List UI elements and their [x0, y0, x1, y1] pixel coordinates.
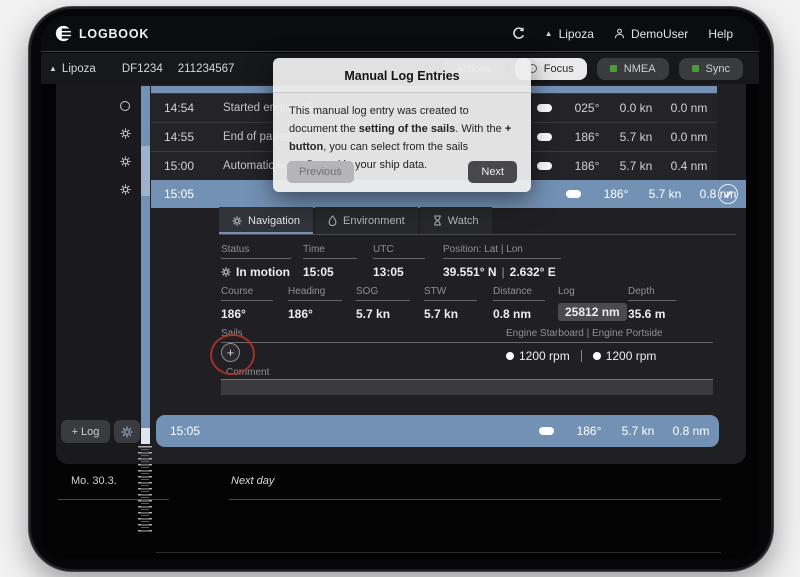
app-logo: LOGBOOK	[55, 25, 149, 42]
field-position: Position: Lat | Lon 39.551° N|2.632° E	[443, 244, 561, 279]
row-time: 15:05	[156, 424, 200, 438]
row-toggle[interactable]	[566, 190, 581, 198]
vessel-menu[interactable]: ▲ Lipoza	[545, 27, 594, 41]
gear-icon	[121, 426, 133, 438]
logbook-logo-icon	[55, 25, 72, 42]
check-icon	[723, 189, 733, 199]
bottom-log-row-selected[interactable]: 15:05 186° 5.7 kn 0.8 nm	[156, 415, 719, 447]
help-link[interactable]: Help	[708, 27, 733, 41]
field-distance: Distance 0.8 nm	[493, 286, 545, 321]
field-sog: SOG 5.7 kn	[356, 286, 410, 321]
auto-entry-gear-icon	[120, 128, 131, 139]
row-toggle[interactable]	[539, 427, 554, 435]
gear-icon	[221, 267, 231, 277]
row-speed: 0.0 kn	[611, 101, 661, 115]
tab-environment[interactable]: Environment	[315, 207, 418, 234]
entry-type-sidebar: + Log	[56, 84, 141, 464]
tablet-frame: LOGBOOK ▲ Lipoza DemoUser Help ▲ Lipoza …	[28, 6, 774, 572]
row-speed: 5.7 kn	[611, 159, 661, 173]
row-course: 186°	[563, 130, 611, 144]
row-speed: 5.7 kn	[611, 130, 661, 144]
row-time: 15:00	[151, 159, 207, 173]
ship-registration: DF1234	[122, 63, 163, 75]
auto-entry-gear-icon	[120, 184, 131, 195]
user-name: DemoUser	[631, 27, 688, 41]
nmea-status-dot	[610, 65, 617, 72]
row-speed: 5.7 kn	[640, 187, 690, 201]
user-menu[interactable]: DemoUser	[614, 27, 688, 41]
tutorial-modal: Manual Log Entries This manual log entry…	[273, 58, 531, 192]
day-separator-line	[229, 499, 721, 500]
refresh-icon[interactable]	[512, 27, 525, 40]
tab-watch[interactable]: Watch	[420, 207, 492, 234]
row-distance: 0.0 nm	[661, 101, 717, 115]
row-course: 025°	[563, 101, 611, 115]
detail-tab-bar: Navigation Environment Watch	[219, 207, 736, 235]
field-depth: Depth 35.6 m	[628, 286, 676, 321]
field-course: Course 186°	[221, 286, 273, 321]
tab-navigation[interactable]: Navigation	[219, 207, 313, 234]
next-day-label: Next day	[231, 475, 274, 487]
add-log-button[interactable]: + Log	[61, 420, 110, 443]
timeline-scrollbar[interactable]	[141, 86, 150, 444]
row-speed: 5.7 kn	[613, 424, 663, 438]
log-value-input[interactable]: 25812 nm	[558, 303, 627, 321]
date-label: Mo. 30.3.	[71, 475, 117, 487]
row-distance: 0.8 nm	[663, 424, 719, 438]
vessel-name: Lipoza	[559, 27, 594, 41]
engine-portside-indicator[interactable]	[593, 352, 601, 360]
person-icon	[614, 28, 625, 39]
field-time: Time 15:05	[303, 244, 357, 279]
timeline-ruler-ticks	[141, 449, 149, 531]
ship-identity: ▲ Lipoza DF1234 211234567	[49, 63, 234, 75]
field-engines: Engine Starboard | Engine Portside 1200 …	[506, 328, 713, 363]
row-time: 15:05	[151, 187, 207, 201]
field-utc: UTC 13:05	[373, 244, 425, 279]
row-distance: 0.4 nm	[661, 159, 717, 173]
app-title: LOGBOOK	[79, 27, 149, 41]
manual-entry-icon	[120, 101, 130, 111]
auto-entry-gear-icon	[120, 156, 131, 167]
sync-status-button[interactable]: Sync	[679, 58, 743, 80]
sync-status-dot	[692, 65, 699, 72]
day-separator-line	[156, 552, 721, 553]
nmea-status-button[interactable]: NMEA	[597, 58, 669, 80]
next-button[interactable]: Next	[468, 161, 517, 183]
field-sails: Sails	[221, 328, 506, 349]
top-bar: LOGBOOK ▲ Lipoza DemoUser Help	[41, 16, 759, 52]
sail-icon: ▲	[49, 64, 57, 73]
row-course: 186°	[563, 159, 611, 173]
comment-input[interactable]	[221, 379, 713, 395]
engine-starboard-indicator[interactable]	[506, 352, 514, 360]
row-distance: 0.0 nm	[661, 130, 717, 144]
row-course: 186°	[565, 424, 613, 438]
scrollbar-thumb[interactable]	[141, 146, 150, 196]
field-status: Status In motion	[221, 244, 291, 279]
row-toggle[interactable]	[537, 133, 552, 141]
gear-icon	[232, 216, 242, 226]
row-course: 186°	[592, 187, 640, 201]
previous-button[interactable]: Previous	[287, 161, 354, 183]
sail-icon: ▲	[545, 29, 553, 38]
row-toggle[interactable]	[537, 162, 552, 170]
hourglass-icon	[433, 215, 442, 226]
confirm-check-button[interactable]	[718, 184, 738, 204]
settings-gear-button[interactable]	[114, 420, 140, 443]
modal-title: Manual Log Entries	[273, 58, 531, 92]
row-time: 14:55	[151, 130, 207, 144]
field-stw: STW 5.7 kn	[424, 286, 477, 321]
ship-name: Lipoza	[62, 63, 96, 75]
day-separator-line	[58, 499, 169, 500]
app-screen: LOGBOOK ▲ Lipoza DemoUser Help ▲ Lipoza …	[41, 16, 759, 559]
row-toggle[interactable]	[537, 104, 552, 112]
field-heading: Heading 186°	[288, 286, 342, 321]
field-log: Log 25812 nm	[558, 286, 612, 321]
droplet-icon	[328, 215, 337, 226]
row-time: 14:54	[151, 101, 207, 115]
ship-mmsi: 211234567	[178, 63, 235, 75]
